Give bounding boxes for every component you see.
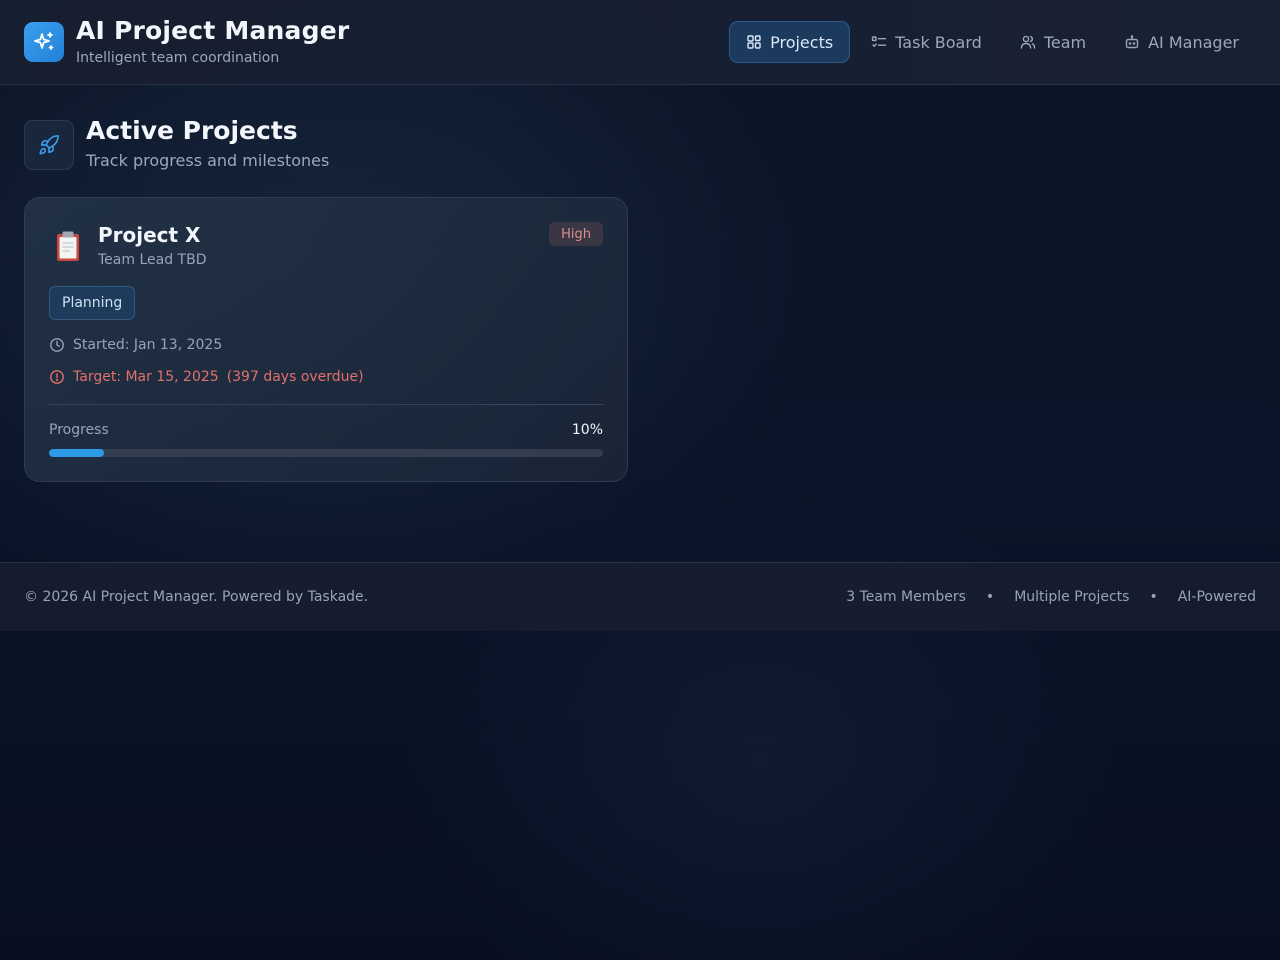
project-name: Project X [98,223,201,247]
progress-value: 10% [571,422,603,438]
progress-label: Progress [49,422,109,438]
main-nav: Projects Task Board Team AI Manager [725,21,1256,63]
card-divider [49,404,603,405]
overdue-text: (397 days overdue) [226,369,364,385]
footer-stats: 3 Team Members • Multiple Projects • AI-… [846,589,1256,605]
clipboard-icon [50,228,86,264]
progress-bar [49,449,603,457]
start-date-row: Started: Jan 13, 2025 [49,337,222,353]
nav-team[interactable]: Team [1003,21,1103,63]
alert-circle-icon [50,370,64,384]
footer-separator: • [1149,589,1158,605]
nav-task-board-label: Task Board [895,32,982,52]
nav-team-label: Team [1043,32,1087,52]
app-footer: © 2026 AI Project Manager. Powered by Ta… [0,562,1280,631]
nav-ai-manager-label: AI Manager [1148,32,1239,52]
footer-projects: Multiple Projects [1014,589,1130,605]
status-badge: Planning [49,286,136,320]
footer-copyright: © 2026 AI Project Manager. Powered by Ta… [24,589,369,605]
section-subtitle: Track progress and milestones [86,151,330,170]
nav-projects-label: Projects [770,32,834,52]
footer-separator: • [985,589,995,605]
nav-projects[interactable]: Projects [729,21,851,63]
grid-icon [747,35,761,49]
bot-icon [1125,35,1139,49]
start-date: Started: Jan 13, 2025 [73,337,223,353]
app-header: AI Project Manager Intelligent team coor… [0,0,1280,85]
priority-badge: High [549,222,603,246]
progress-fill [49,449,105,457]
project-lead: Team Lead TBD [98,252,207,268]
footer-ai-powered: AI-Powered [1177,589,1256,605]
target-date-row: Target: Mar 15, 2025 (397 days overdue) [49,369,364,385]
app-subtitle: Intelligent team coordination [76,50,280,66]
footer-team-members: 3 Team Members [846,589,966,605]
users-icon [1020,35,1036,49]
target-date: Target: Mar 15, 2025 [73,369,219,385]
nav-task-board[interactable]: Task Board [854,21,999,63]
list-checks-icon [871,36,887,48]
app-title: AI Project Manager [76,16,350,45]
project-card[interactable]: Project X Team Lead TBD High Planning St… [24,197,628,482]
clock-icon [50,338,64,352]
rocket-icon [24,120,74,170]
nav-ai-manager[interactable]: AI Manager [1107,21,1256,63]
sparkles-icon [24,22,64,62]
section-title: Active Projects [86,116,298,145]
